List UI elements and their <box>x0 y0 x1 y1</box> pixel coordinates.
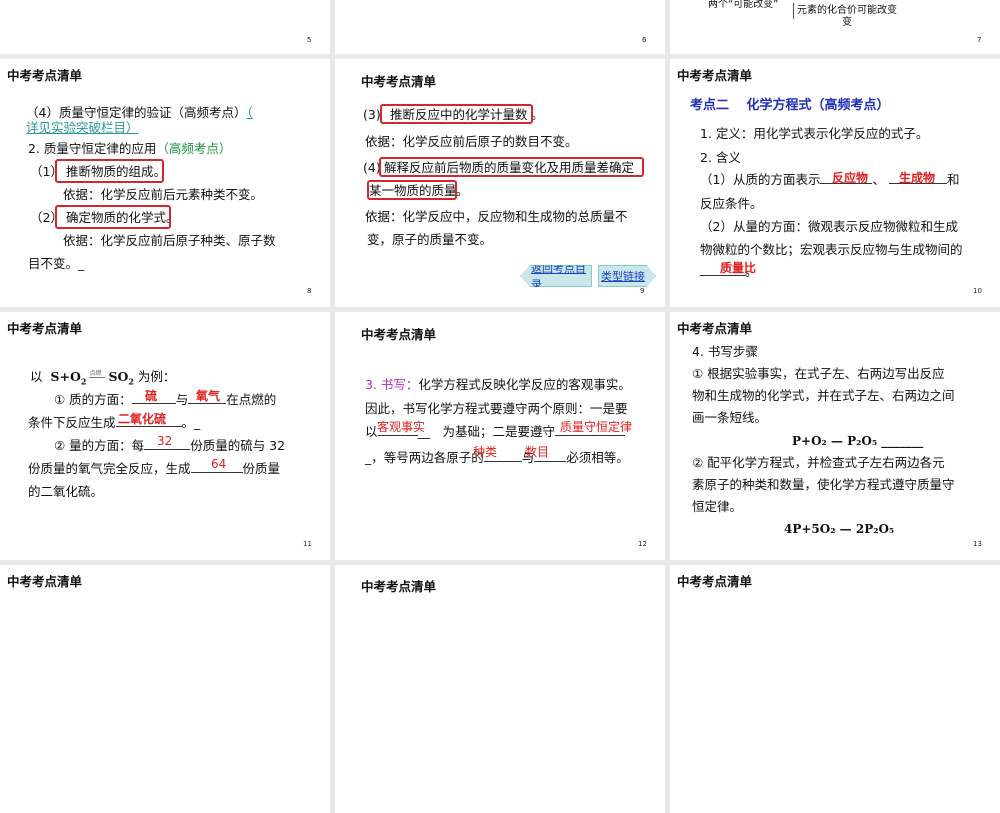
answer-text: 64 <box>211 457 227 471</box>
slide-title: 中考考点清单 <box>361 327 437 342</box>
slide-text: 1. 定义：用化学式表示化学反应的式子。 <box>700 126 929 141</box>
slide-text: 因此，书写化学方程式要遵守两个原则：一是要 <box>365 401 628 416</box>
slide-title: 中考考点清单 <box>361 579 437 594</box>
slide-thumbnail-13[interactable]: 中考考点清单 4. 书写步骤 ① 根据实验事实，在式子左、右两边写出反应 物和生… <box>670 312 1000 560</box>
slide-thumbnail-5[interactable]: 5 <box>0 0 330 54</box>
slide-text: 物和生成物的化学式，并在式子左、右两边之间 <box>692 388 955 403</box>
slide-text: 依据：化学反应中，反应物和生成物的总质量不 <box>365 209 628 224</box>
answer-text: 质量比 <box>720 261 757 275</box>
slide-text: 变 <box>842 17 852 28</box>
slide-title: 中考考点清单 <box>361 74 437 89</box>
highlight-box <box>367 180 457 200</box>
slide-text: 2. 质量守恒定律的应用（高频考点） <box>28 141 232 156</box>
slide-text: (3) <box>363 107 381 122</box>
slide-number: 11 <box>303 540 312 548</box>
answer-text: 硫 <box>145 389 158 403</box>
slide-text: 3. 书写：化学方程式反映化学反应的客观事实。 <box>365 377 631 392</box>
slide-thumbnail-8[interactable]: 中考考点清单 （4）质量守恒定律的验证（高频考点）（ 详见实验突破栏目） 2. … <box>0 59 330 307</box>
answer-text: 生成物 <box>899 171 936 185</box>
slide-number: 13 <box>973 540 982 548</box>
slide-text: 物微粒的个数比；宏观表示反应物与生成物间的 <box>700 242 963 257</box>
answer-text: 二氧化硫 <box>118 412 167 426</box>
slide-number: 12 <box>638 540 647 548</box>
answer-text: 32 <box>157 434 173 448</box>
slide-number: 6 <box>642 36 647 44</box>
answer-text: 种类 <box>473 445 498 459</box>
highlight-box <box>55 205 171 229</box>
slide-text: 反应条件。 <box>700 196 763 211</box>
highlight-box <box>379 157 644 177</box>
slide-text: 恒定律。 <box>692 499 743 514</box>
slide-text: 画一条短线。 <box>692 410 768 425</box>
slide-thumbnail-7[interactable]: 两个“可能改变” 元素的化合价可能改变 变 7 <box>670 0 1000 54</box>
slide-title: 中考考点清单 <box>7 68 83 83</box>
answer-text: 氧气 <box>196 389 221 403</box>
slide-thumbnail-14[interactable]: 中考考点清单 <box>0 565 330 813</box>
highlight-box <box>55 159 164 183</box>
link-experiment[interactable]: 详见实验突破栏目） <box>26 120 139 136</box>
slide-thumbnail-12[interactable]: 中考考点清单 3. 书写：化学方程式反映化学反应的客观事实。 因此，书写化学方程… <box>335 312 665 560</box>
slide-thumbnail-9[interactable]: 中考考点清单 (3) 推断反应中的化学计量数 。 依据：化学反应前后原子的数目不… <box>335 59 665 307</box>
answer-text: 客观事实 <box>377 420 426 434</box>
answer-text: 数目 <box>525 445 550 459</box>
highlight-box <box>380 104 533 124</box>
answer-text: 反应物 <box>832 171 869 185</box>
slide-title: 中考考点清单 <box>677 574 753 589</box>
slide-text: （2）从量的方面：微观表示反应物微粒和生成 <box>700 219 958 234</box>
slide-text: 素原子的种类和数量，使化学方程式遵守质量守 <box>692 477 955 492</box>
slide-title: 中考考点清单 <box>677 68 753 83</box>
equation: P+O₂ — P₂O₅ _______ <box>792 434 924 448</box>
slide-number: 9 <box>640 287 645 295</box>
slide-text: 两个“可能改变” <box>708 0 779 10</box>
slide-number: 8 <box>307 287 312 295</box>
section-heading: 考点二 化学方程式（高频考点） <box>690 98 890 113</box>
slide-text: 条件下反应生成 。_ <box>28 415 201 430</box>
equation: 4P+5O₂ — 2P₂O₅ <box>784 522 895 536</box>
slide-text: ② 配平化学方程式，并检查式子左右两边各元 <box>692 455 945 470</box>
slide-text: ① 质的方面：与在点燃的 <box>54 392 277 407</box>
slide-title: 中考考点清单 <box>677 321 753 336</box>
slide-text: 2. 含义 <box>700 150 741 165</box>
slide-thumbnail-6[interactable]: 6 <box>335 0 665 54</box>
slide-text: 依据：化学反应前后元素种类不变。 <box>63 187 264 202</box>
answer-text: 质量守恒定律 <box>560 420 633 434</box>
type-link-button[interactable]: 类型链接 <box>598 265 656 287</box>
slide-thumbnail-15[interactable]: 中考考点清单 <box>335 565 665 813</box>
slide-thumbnail-11[interactable]: 中考考点清单 以 S+O2 点燃 SO2 为例： ① 质的方面：与在点燃的 硫 氧气… <box>0 312 330 560</box>
back-to-contents-button[interactable]: 返回考点目录 <box>520 265 592 287</box>
slide-text: 。 <box>456 183 469 198</box>
slide-number: 10 <box>973 287 982 295</box>
slide-number: 5 <box>307 36 312 44</box>
slide-text: 变，原子的质量不变。 <box>367 232 493 247</box>
slide-text: 的二氧化硫。 <box>28 484 104 499</box>
slide-text: 依据：化学反应前后原子种类、原子数 <box>63 233 276 248</box>
slide-title: 中考考点清单 <box>7 321 83 336</box>
slide-text: 目不变。_ <box>28 256 85 271</box>
slide-text: ① 根据实验事实，在式子左、右两边写出反应 <box>692 366 945 381</box>
slide-text: （4）质量守恒定律的验证（高频考点）（ <box>26 105 253 120</box>
slide-thumbnail-10[interactable]: 中考考点清单 考点二 化学方程式（高频考点） 1. 定义：用化学式表示化学反应的… <box>670 59 1000 307</box>
slide-text: 4. 书写步骤 <box>692 344 758 359</box>
slide-number: 7 <box>977 36 982 44</box>
slide-text: 份质量的氧气完全反应，生成 份质量 <box>28 461 281 476</box>
slide-text: 依据：化学反应前后原子的数目不变。 <box>365 134 578 149</box>
slide-thumbnail-16[interactable]: 中考考点清单 <box>670 565 1000 813</box>
slide-title: 中考考点清单 <box>7 574 83 589</box>
